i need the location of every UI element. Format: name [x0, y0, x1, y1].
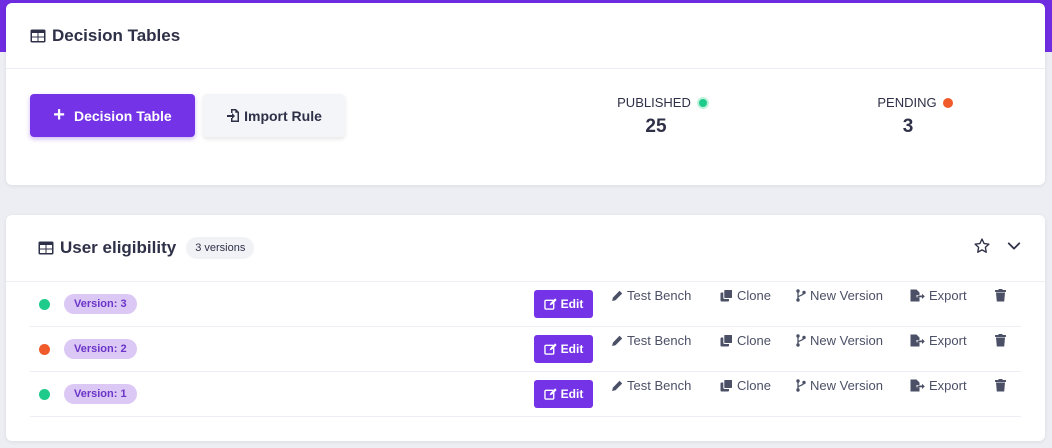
chevron-down-icon[interactable] — [1005, 237, 1023, 255]
plus-icon: + — [53, 103, 65, 126]
import-rule-label: Import Rule — [244, 107, 322, 124]
test-bench-button[interactable]: Test Bench — [611, 288, 691, 303]
version-pill: Version: 3 — [64, 294, 137, 314]
pending-count: 3 — [902, 116, 914, 137]
export-icon — [910, 379, 925, 392]
version-row: Version: 3 Edit Test Bench Clone New Ver… — [30, 282, 1021, 327]
test-bench-label: Test Bench — [627, 288, 692, 303]
import-rule-button[interactable]: Import Rule — [203, 94, 345, 137]
table-icon — [30, 29, 46, 42]
version-row: Version: 2 Edit Test Bench Clone New Ver… — [30, 327, 1021, 372]
clone-button[interactable]: Clone — [720, 288, 771, 303]
published-status-dot — [696, 96, 709, 109]
version-pill: Version: 1 — [64, 384, 137, 404]
export-label: Export — [929, 288, 967, 303]
export-button[interactable]: Export — [910, 288, 967, 303]
trash-icon — [995, 379, 1006, 392]
export-icon — [910, 334, 925, 347]
edit-icon — [543, 388, 557, 400]
edit-button[interactable]: Edit — [534, 380, 593, 408]
export-label: Export — [929, 378, 967, 393]
version-status-dot — [39, 388, 50, 400]
test-bench-label: Test Bench — [627, 378, 692, 393]
clone-icon — [720, 289, 733, 302]
edit-button[interactable]: Edit — [534, 290, 593, 318]
delete-button[interactable] — [995, 379, 1006, 392]
edit-icon — [543, 298, 557, 310]
trash-icon — [995, 334, 1006, 347]
new-version-label: New Version — [810, 288, 883, 303]
pending-stat: PENDING 3 — [874, 95, 956, 138]
published-stat: PUBLISHED 25 — [611, 95, 715, 138]
edit-label: Edit — [560, 297, 584, 311]
test-bench-button[interactable]: Test Bench — [611, 378, 691, 393]
version-status-dot — [39, 298, 50, 310]
clone-label: Clone — [737, 333, 771, 348]
export-button[interactable]: Export — [910, 333, 967, 348]
branch-icon — [796, 379, 806, 392]
test-bench-label: Test Bench — [627, 333, 692, 348]
card-header: Decision Tables — [6, 3, 1045, 69]
new-version-button[interactable]: New Version — [796, 288, 883, 303]
clone-button[interactable]: Clone — [720, 378, 771, 393]
new-version-button[interactable]: New Version — [796, 333, 883, 348]
page-title: Decision Tables — [52, 25, 181, 45]
delete-button[interactable] — [995, 334, 1006, 347]
edit-label: Edit — [560, 342, 584, 356]
add-decision-table-label: Decision Table — [73, 107, 172, 124]
export-icon — [910, 289, 925, 302]
table-icon — [38, 241, 54, 255]
decision-tables-card: Decision Tables + Decision Table Import … — [6, 3, 1045, 185]
new-version-label: New Version — [810, 333, 883, 348]
edit-icon — [543, 343, 557, 355]
trash-icon — [995, 289, 1006, 302]
clone-label: Clone — [737, 378, 771, 393]
edit-button[interactable]: Edit — [534, 335, 593, 363]
clone-icon — [720, 379, 733, 392]
version-row: Version: 1 Edit Test Bench Clone New Ver… — [30, 372, 1021, 417]
delete-button[interactable] — [995, 289, 1006, 302]
pending-label: PENDING — [877, 95, 937, 110]
pending-status-dot — [942, 97, 953, 108]
pen-icon — [612, 290, 623, 301]
branch-icon — [796, 334, 806, 347]
new-version-label: New Version — [810, 378, 883, 393]
edit-label: Edit — [560, 387, 584, 401]
version-pill: Version: 2 — [64, 339, 137, 359]
version-status-dot — [39, 343, 50, 355]
rule-card-header: User eligibility 3 versions — [6, 215, 1045, 282]
test-bench-button[interactable]: Test Bench — [611, 333, 691, 348]
star-icon[interactable] — [973, 237, 991, 255]
branch-icon — [796, 289, 806, 302]
export-label: Export — [929, 333, 967, 348]
clone-button[interactable]: Clone — [720, 333, 771, 348]
new-version-button[interactable]: New Version — [796, 378, 883, 393]
clone-icon — [720, 334, 733, 347]
versions-badge: 3 versions — [186, 237, 255, 259]
pen-icon — [612, 335, 623, 346]
clone-label: Clone — [737, 288, 771, 303]
pen-icon — [612, 380, 623, 391]
published-label: PUBLISHED — [617, 95, 691, 110]
import-icon — [227, 109, 240, 122]
export-button[interactable]: Export — [910, 378, 967, 393]
add-decision-table-button[interactable]: + Decision Table — [30, 94, 195, 137]
rule-title[interactable]: User eligibility — [60, 238, 176, 258]
published-count: 25 — [645, 116, 667, 137]
